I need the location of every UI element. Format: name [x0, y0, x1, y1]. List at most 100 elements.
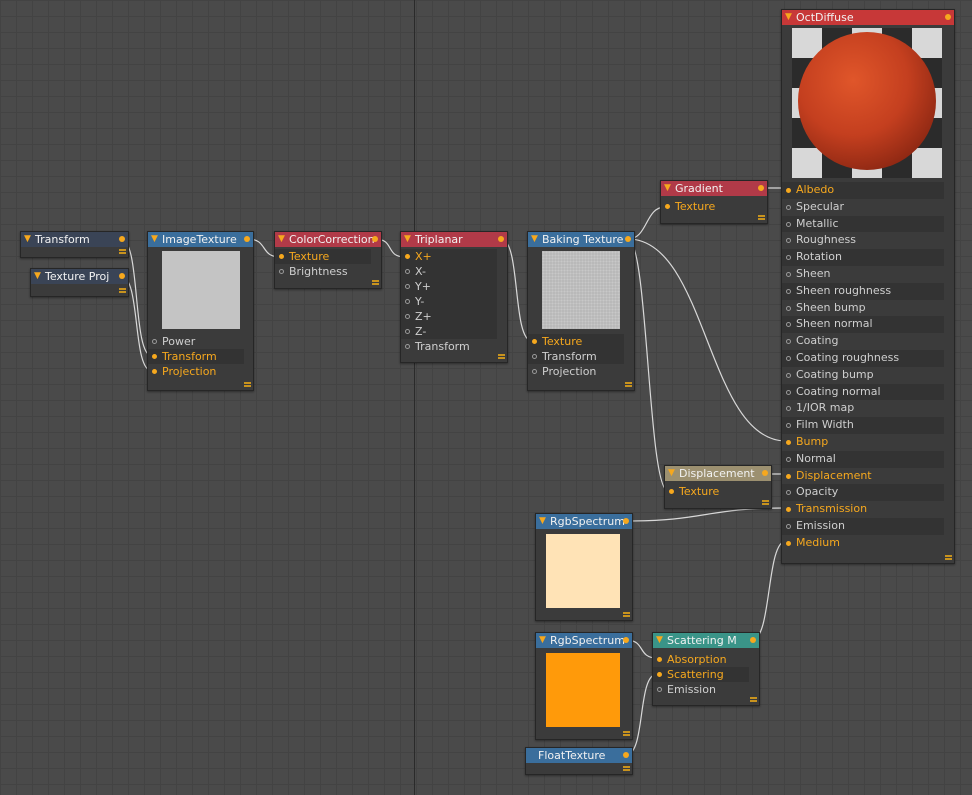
input-pin[interactable]	[786, 204, 791, 210]
input-brightness[interactable]: Brightness	[275, 264, 371, 279]
input-pin[interactable]	[405, 254, 410, 259]
input-texture[interactable]: Texture	[528, 334, 624, 349]
input-pin[interactable]	[657, 672, 662, 677]
input-pin[interactable]	[405, 299, 410, 304]
input-pin[interactable]	[405, 344, 410, 349]
resize-grip-icon[interactable]	[119, 248, 126, 255]
input-texture[interactable]: Texture	[665, 484, 761, 499]
collapse-triangle-icon[interactable]: ▼	[404, 232, 411, 247]
input-pin[interactable]	[405, 329, 410, 334]
input-pin[interactable]	[657, 687, 662, 692]
node-header[interactable]: ▼ RgbSpectrum	[536, 633, 632, 648]
input-y-minus[interactable]: Y-	[401, 294, 497, 309]
input-pin[interactable]	[405, 269, 410, 274]
input-pin[interactable]	[152, 369, 157, 374]
input-pin[interactable]	[279, 254, 284, 259]
collapse-triangle-icon[interactable]: ▼	[531, 232, 538, 247]
node-baking-texture[interactable]: ▼ Baking Texture Texture Transform Projec…	[527, 231, 635, 391]
color-swatch[interactable]	[546, 534, 620, 608]
input-pin[interactable]	[669, 489, 674, 494]
input-transform[interactable]: Transform	[528, 349, 624, 364]
input-sheen-roughness[interactable]: Sheen roughness	[782, 282, 944, 300]
resize-grip-icon[interactable]	[758, 214, 765, 221]
input-absorption[interactable]: Absorption	[653, 652, 749, 667]
input-pin[interactable]	[786, 456, 791, 462]
input-z-minus[interactable]: Z-	[401, 324, 497, 339]
input-pin[interactable]	[786, 389, 791, 395]
input-albedo[interactable]: Albedo	[782, 182, 944, 199]
input-roughness[interactable]: Roughness	[782, 232, 944, 249]
input-1-ior-map[interactable]: 1/IOR map	[782, 400, 944, 417]
output-pin[interactable]	[945, 14, 951, 20]
resize-grip-icon[interactable]	[498, 353, 505, 360]
node-header[interactable]: ▼ Baking Texture	[528, 232, 634, 247]
output-pin[interactable]	[623, 518, 629, 524]
node-header[interactable]: ▼ Gradient	[661, 181, 767, 196]
input-rotation[interactable]: Rotation	[782, 249, 944, 266]
collapse-triangle-icon[interactable]: ▼	[24, 232, 31, 247]
input-pin[interactable]	[279, 269, 284, 274]
node-scattering-medium[interactable]: ▼ Scattering M Absorption Scattering Emis…	[652, 632, 760, 706]
node-header[interactable]: ▼ Displacement	[665, 466, 771, 481]
output-pin[interactable]	[625, 236, 631, 242]
node-header[interactable]: ▼ Scattering M	[653, 633, 759, 648]
collapse-triangle-icon[interactable]: ▼	[278, 232, 285, 247]
input-pin[interactable]	[786, 473, 791, 479]
collapse-triangle-icon[interactable]: ▼	[785, 10, 792, 25]
input-emission[interactable]: Emission	[782, 517, 944, 535]
input-bump[interactable]: Bump	[782, 434, 944, 451]
input-pin[interactable]	[786, 355, 791, 361]
input-pin[interactable]	[786, 188, 791, 193]
collapse-triangle-icon[interactable]: ▼	[539, 514, 546, 529]
input-pin[interactable]	[152, 339, 157, 344]
resize-grip-icon[interactable]	[762, 499, 769, 506]
output-pin[interactable]	[623, 637, 629, 643]
input-pin[interactable]	[786, 372, 791, 378]
node-header[interactable]: ▼ RgbSpectrum	[536, 514, 632, 529]
input-power[interactable]: Power	[148, 334, 244, 349]
input-medium[interactable]: Medium	[782, 535, 944, 552]
input-transform[interactable]: Transform	[148, 349, 244, 364]
input-coating[interactable]: Coating	[782, 333, 944, 350]
collapse-triangle-icon[interactable]: ▼	[34, 269, 41, 284]
input-pin[interactable]	[532, 354, 537, 359]
output-pin[interactable]	[623, 752, 629, 758]
output-pin[interactable]	[750, 637, 756, 643]
color-swatch[interactable]	[546, 653, 620, 727]
node-color-correction[interactable]: ▼ ColorCorrection Texture Brightness	[274, 231, 382, 289]
node-gradient[interactable]: ▼ Gradient Texture	[660, 180, 768, 224]
input-pin[interactable]	[786, 305, 791, 311]
input-pin[interactable]	[532, 369, 537, 374]
resize-grip-icon[interactable]	[945, 554, 952, 561]
input-pin[interactable]	[405, 284, 410, 289]
resize-grip-icon[interactable]	[372, 279, 379, 286]
node-header[interactable]: ▼ Texture Proj	[31, 269, 128, 284]
node-displacement[interactable]: ▼ Displacement Texture	[664, 465, 772, 509]
output-pin[interactable]	[119, 273, 125, 279]
collapse-triangle-icon[interactable]: ▼	[664, 181, 671, 196]
input-pin[interactable]	[786, 507, 791, 513]
output-pin[interactable]	[244, 236, 250, 242]
node-image-texture[interactable]: ▼ ImageTexture Power Transform Projection	[147, 231, 254, 391]
input-z-plus[interactable]: Z+	[401, 309, 497, 324]
input-projection[interactable]: Projection	[528, 364, 624, 379]
input-film-width[interactable]: Film Width	[782, 417, 944, 434]
input-sheen-normal[interactable]: Sheen normal	[782, 316, 944, 334]
input-displacement[interactable]: Displacement	[782, 468, 944, 485]
input-normal[interactable]: Normal	[782, 450, 944, 468]
input-pin[interactable]	[786, 322, 791, 328]
node-header[interactable]: ▼ Transform	[21, 232, 128, 247]
resize-grip-icon[interactable]	[750, 696, 757, 703]
resize-grip-icon[interactable]	[244, 381, 251, 388]
input-pin[interactable]	[532, 339, 537, 344]
input-pin[interactable]	[152, 354, 157, 359]
collapse-triangle-icon[interactable]: ▼	[668, 466, 675, 481]
input-transform[interactable]: Transform	[401, 339, 497, 354]
input-pin[interactable]	[786, 238, 791, 244]
node-transform[interactable]: ▼ Transform	[20, 231, 129, 258]
input-pin[interactable]	[786, 540, 791, 546]
input-emission[interactable]: Emission	[653, 682, 749, 697]
input-projection[interactable]: Projection	[148, 364, 244, 379]
input-pin[interactable]	[786, 271, 791, 277]
input-x-plus[interactable]: X+	[401, 249, 497, 264]
